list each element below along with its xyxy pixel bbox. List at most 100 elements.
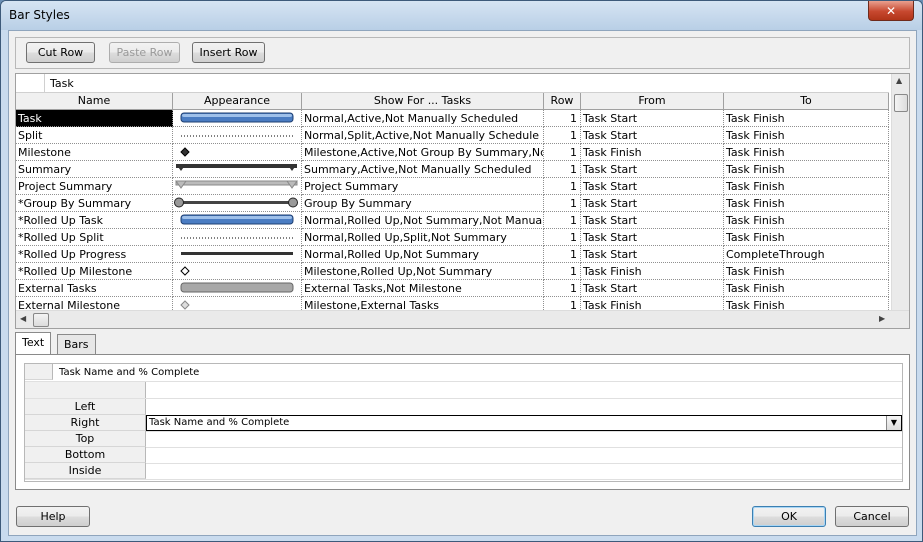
cell-to[interactable]: Task Finish [724, 212, 889, 229]
column-header-5[interactable]: To [724, 93, 889, 109]
ok-button[interactable]: OK [752, 506, 826, 527]
chevron-down-icon[interactable]: ▼ [886, 416, 901, 430]
text-row-value[interactable] [147, 447, 149, 463]
column-header-0[interactable]: Name [16, 93, 173, 109]
cell-row[interactable]: 1 [544, 229, 581, 246]
cell-from[interactable]: Task Start [581, 246, 724, 263]
text-row-right[interactable]: Right Task Name and % Complete ▼ [25, 415, 902, 432]
cell-from[interactable]: Task Start [581, 195, 724, 212]
table-row[interactable]: Summary Summary,Active,Not Manually Sched… [16, 161, 889, 178]
help-button[interactable]: Help [16, 506, 90, 527]
cell-to[interactable]: Task Finish [724, 161, 889, 178]
table-row[interactable]: *Rolled Up Task Normal,Rolled Up,Not Summ… [16, 212, 889, 229]
cell-to[interactable]: Task Finish [724, 178, 889, 195]
table-row[interactable]: Milestone Milestone,Active,Not Group By S… [16, 144, 889, 161]
cell-row[interactable]: 1 [544, 195, 581, 212]
tab-bars[interactable]: Bars [57, 334, 96, 354]
cell-row[interactable]: 1 [544, 110, 581, 127]
cell-to[interactable]: Task Finish [724, 229, 889, 246]
cell-name[interactable]: Project Summary [16, 178, 173, 195]
cell-from[interactable]: Task Finish [581, 263, 724, 280]
cell-to[interactable]: Task Finish [724, 127, 889, 144]
cell-from[interactable]: Task Start [581, 280, 724, 297]
cell-appearance[interactable] [173, 178, 302, 195]
cell-name[interactable]: External Tasks [16, 280, 173, 297]
cell-show_for[interactable]: Normal,Rolled Up,Split,Not Summary [302, 229, 544, 246]
paste-row-button[interactable]: Paste Row [109, 42, 180, 63]
cell-show_for[interactable]: Normal,Rolled Up,Not Summary [302, 246, 544, 263]
cell-show_for[interactable]: Normal,Active,Not Manually Scheduled [302, 110, 544, 127]
table-row[interactable]: *Rolled Up Split Normal,Rolled Up,Split,N… [16, 229, 889, 246]
horizontal-scrollbar[interactable]: ◀ ▶ [16, 310, 909, 328]
cell-appearance[interactable] [173, 110, 302, 127]
cell-to[interactable]: CompleteThrough [724, 246, 889, 263]
cell-show_for[interactable]: External Tasks,Not Milestone [302, 280, 544, 297]
cell-to[interactable]: Task Finish [724, 144, 889, 161]
text-row-value[interactable] [147, 431, 149, 447]
cell-show_for[interactable]: Normal,Rolled Up,Not Summary,Not Manua [302, 212, 544, 229]
cell-name[interactable]: *Rolled Up Milestone [16, 263, 173, 280]
cell-appearance[interactable] [173, 229, 302, 246]
cell-appearance[interactable] [173, 144, 302, 161]
text-row-value[interactable] [147, 463, 149, 479]
cell-to[interactable]: Task Finish [724, 263, 889, 280]
cell-show_for[interactable]: Milestone,Active,Not Group By Summary,Nc [302, 144, 544, 161]
cell-row[interactable]: 1 [544, 263, 581, 280]
cell-name[interactable]: Split [16, 127, 173, 144]
column-header-1[interactable]: Appearance [173, 93, 302, 109]
text-row-inside[interactable]: Inside [25, 463, 902, 480]
cell-show_for[interactable]: Summary,Active,Not Manually Scheduled [302, 161, 544, 178]
cell-name[interactable]: *Rolled Up Split [16, 229, 173, 246]
text-row-left[interactable]: Left [25, 399, 902, 416]
scroll-left-icon[interactable]: ◀ [20, 314, 26, 323]
cell-show_for[interactable]: Normal,Split,Active,Not Manually Schedul… [302, 127, 544, 144]
column-header-3[interactable]: Row [544, 93, 581, 109]
cell-appearance[interactable] [173, 212, 302, 229]
cell-from[interactable]: Task Start [581, 229, 724, 246]
table-row[interactable]: *Group By Summary Group By Summary 1 Task S… [16, 195, 889, 212]
cell-row[interactable]: 1 [544, 144, 581, 161]
insert-row-button[interactable]: Insert Row [192, 42, 265, 63]
cell-from[interactable]: Task Start [581, 161, 724, 178]
cell-row[interactable]: 1 [544, 212, 581, 229]
cell-from[interactable]: Task Finish [581, 144, 724, 161]
table-row[interactable]: *Rolled Up Milestone Milestone,Rolled Up,… [16, 263, 889, 280]
scroll-up-icon[interactable]: ▲ [896, 76, 902, 85]
cell-edit-value[interactable]: Task [50, 77, 74, 90]
cell-appearance[interactable] [173, 195, 302, 212]
cell-name[interactable]: *Group By Summary [16, 195, 173, 212]
cell-row[interactable]: 1 [544, 161, 581, 178]
cell-show_for[interactable]: Project Summary [302, 178, 544, 195]
cell-name[interactable]: *Rolled Up Progress [16, 246, 173, 263]
cell-row[interactable]: 1 [544, 127, 581, 144]
vertical-scroll-thumb[interactable] [894, 94, 908, 112]
table-row[interactable]: External Tasks External Tasks,Not Milesto… [16, 280, 889, 297]
cell-appearance[interactable] [173, 280, 302, 297]
cell-to[interactable]: Task Finish [724, 110, 889, 127]
cell-appearance[interactable] [173, 127, 302, 144]
cell-appearance[interactable] [173, 161, 302, 178]
cancel-button[interactable]: Cancel [835, 506, 909, 527]
cell-show_for[interactable]: Milestone,Rolled Up,Not Summary [302, 263, 544, 280]
table-row[interactable]: *Rolled Up Progress Normal,Rolled Up,Not … [16, 246, 889, 263]
vertical-scrollbar[interactable]: ▲ [891, 74, 909, 310]
cell-name[interactable]: *Rolled Up Task [16, 212, 173, 229]
scroll-right-icon[interactable]: ▶ [879, 314, 885, 323]
cut-row-button[interactable]: Cut Row [26, 42, 95, 63]
cell-name[interactable]: Milestone [16, 144, 173, 161]
cell-appearance[interactable] [173, 263, 302, 280]
table-row[interactable]: Project Summary Project Summary 1 Task Star… [16, 178, 889, 195]
column-header-4[interactable]: From [581, 93, 724, 109]
cell-appearance[interactable] [173, 246, 302, 263]
cell-from[interactable]: Task Start [581, 212, 724, 229]
table-row[interactable]: Split Normal,Split,Active,Not Manually Sc… [16, 127, 889, 144]
cell-name[interactable]: Summary [16, 161, 173, 178]
text-row-value[interactable] [147, 399, 149, 415]
cell-from[interactable]: Task Start [581, 127, 724, 144]
cell-from[interactable]: Task Start [581, 110, 724, 127]
text-edit-value[interactable]: Task Name and % Complete [57, 365, 199, 381]
cell-row[interactable]: 1 [544, 246, 581, 263]
cell-from[interactable]: Task Start [581, 178, 724, 195]
cell-show_for[interactable]: Group By Summary [302, 195, 544, 212]
cell-to[interactable]: Task Finish [724, 195, 889, 212]
